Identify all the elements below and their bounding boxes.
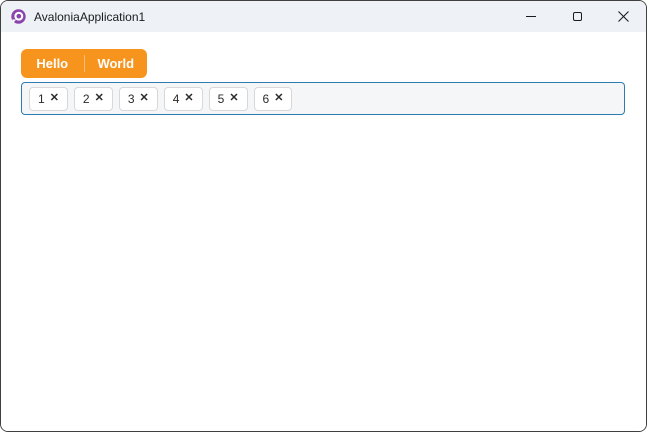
maximize-button[interactable] [554,1,600,32]
close-icon: ✕ [49,92,59,104]
chip-1: 1 ✕ [29,86,68,111]
chip-5: 5 ✕ [208,86,248,111]
chip-label: 4 [172,91,180,106]
close-icon: ✕ [229,92,239,104]
avalonia-logo-icon [11,9,26,24]
app-window: AvaloniaApplication1 Hello World 1 ✕ 2 ✕… [0,0,647,432]
chip-2: 2 ✕ [73,86,113,111]
chip-4: 4 ✕ [163,86,203,111]
chip-label: 5 [217,91,225,106]
minimize-button[interactable] [508,1,554,32]
chip-3: 3 ✕ [118,86,158,111]
chip-6: 6 ✕ [253,86,293,111]
close-icon: ✕ [274,92,284,104]
titlebar[interactable]: AvaloniaApplication1 [1,1,646,32]
chip-remove-button[interactable]: ✕ [184,93,193,104]
chip-remove-button[interactable]: ✕ [274,93,283,104]
close-icon: ✕ [139,92,149,104]
chip-label: 2 [82,91,90,106]
window-content: Hello World 1 ✕ 2 ✕ 3 ✕ 4 ✕ 5 ✕ 6 ✕ [1,32,646,431]
chip-label: 6 [262,91,270,106]
chip-remove-button[interactable]: ✕ [50,93,59,104]
chip-remove-button[interactable]: ✕ [95,93,104,104]
minimize-icon [526,16,536,17]
close-icon [617,11,629,22]
close-icon: ✕ [94,92,104,104]
window-title: AvaloniaApplication1 [34,9,146,24]
hello-world-button-group: Hello World [21,49,147,78]
hello-button[interactable]: Hello [21,49,84,78]
chip-label: 3 [127,91,135,106]
chip-input-field[interactable]: 1 ✕ 2 ✕ 3 ✕ 4 ✕ 5 ✕ 6 ✕ [21,82,625,115]
close-icon: ✕ [184,92,194,104]
chip-remove-button[interactable]: ✕ [229,93,238,104]
maximize-icon [572,12,582,21]
close-button[interactable] [600,1,646,32]
chip-label: 1 [38,91,45,106]
chip-remove-button[interactable]: ✕ [140,93,149,104]
world-button[interactable]: World [85,49,148,78]
